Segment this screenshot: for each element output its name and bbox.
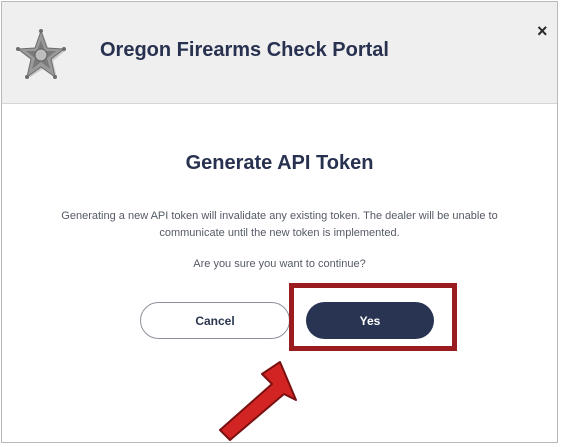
confirm-question: Are you sure you want to continue? — [193, 258, 366, 270]
warning-message: Generating a new API token will invalida… — [61, 210, 498, 239]
pointer-arrow-icon — [219, 361, 297, 441]
dialog-title: Generate API Token — [185, 152, 374, 174]
sheriff-star-badge-icon — [16, 29, 66, 79]
annotation-highlight-box — [289, 283, 457, 351]
cancel-button[interactable]: Cancel — [140, 302, 290, 339]
portal-title: Oregon Firearms Check Portal — [100, 39, 389, 61]
close-icon[interactable]: × — [537, 22, 548, 40]
modal-header: Oregon Firearms Check Portal × — [2, 2, 557, 104]
